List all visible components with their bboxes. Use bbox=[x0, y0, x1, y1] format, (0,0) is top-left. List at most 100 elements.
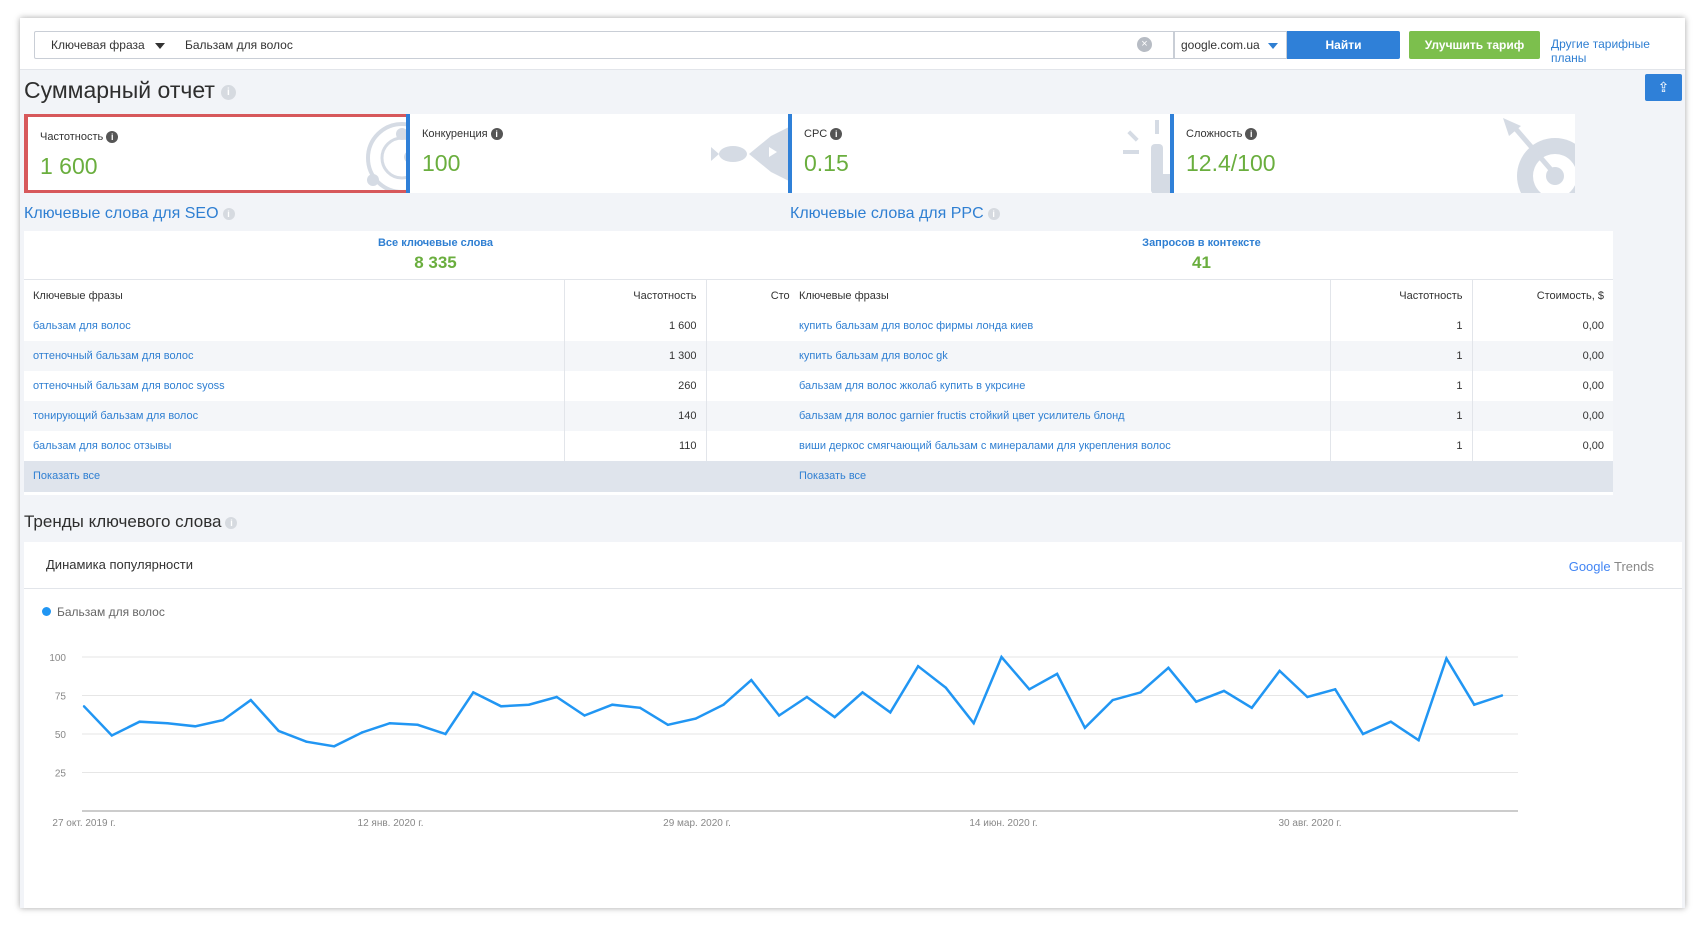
keyword-link[interactable]: бальзам для волос bbox=[24, 311, 565, 341]
data-point bbox=[1389, 720, 1393, 723]
keyword-link[interactable]: бальзам для волос garnier fructis стойки… bbox=[790, 401, 1331, 431]
cost-cell: 0,00 bbox=[1582, 320, 1604, 332]
data-point bbox=[722, 703, 725, 706]
keyword-link[interactable]: оттеночный бальзам для волос bbox=[24, 341, 565, 371]
table-row: бальзам для волос отзывы 110 0,12 bbox=[24, 431, 847, 461]
data-point bbox=[777, 714, 781, 717]
cost-cell: 0,00 bbox=[1472, 341, 1613, 371]
column-header[interactable]: Стоимость, $ bbox=[1472, 280, 1613, 311]
ppc-panel: Запросов в контексте 41 Ключевые фразы Ч… bbox=[790, 231, 1613, 495]
info-icon[interactable]: i bbox=[490, 128, 503, 141]
info-icon[interactable]: i bbox=[1245, 128, 1258, 141]
data-point bbox=[1028, 688, 1031, 691]
seo-title-text: Ключевые слова для SEO bbox=[24, 205, 219, 222]
ppc-show-all-link[interactable]: Показать все bbox=[790, 461, 1613, 492]
metric-label: CPC bbox=[804, 128, 828, 140]
data-point bbox=[1195, 700, 1198, 703]
trends-subtitle: Динамика популярности bbox=[46, 557, 193, 572]
trends-section-title: Тренды ключевого слова i bbox=[24, 512, 238, 532]
clear-icon[interactable]: × bbox=[1137, 37, 1152, 52]
data-point bbox=[694, 717, 697, 720]
find-button[interactable]: Найти bbox=[1287, 31, 1400, 59]
data-point bbox=[110, 734, 114, 737]
info-icon[interactable]: i bbox=[225, 516, 238, 529]
metric-value: 0.15 bbox=[804, 150, 849, 176]
google-trends-brand: Google bbox=[1568, 559, 1611, 574]
keyword-link[interactable]: оттеночный бальзам для волос syoss bbox=[24, 371, 565, 401]
table-row: оттеночный бальзам для волос 1 300 0,08 bbox=[24, 341, 847, 371]
export-button[interactable]: ⇪ bbox=[1645, 74, 1682, 101]
metric-value: 12.4/100 bbox=[1186, 150, 1276, 176]
data-point bbox=[1417, 739, 1420, 742]
keyword-link[interactable]: купить бальзам для волос фирмы лонда кие… bbox=[790, 311, 1331, 341]
search-input[interactable]: Бальзам для волос bbox=[173, 31, 1174, 59]
data-point bbox=[805, 695, 809, 699]
seo-panel: Все ключевые слова 8 335 Ключевые фразы … bbox=[24, 231, 847, 495]
column-header[interactable]: Ключевые фразы bbox=[24, 280, 565, 311]
data-point bbox=[1278, 669, 1281, 673]
legend-dot-icon bbox=[42, 607, 51, 616]
data-point bbox=[611, 703, 614, 706]
seo-keywords-table: Ключевые фразы Частотность Стоимость, $ … bbox=[24, 280, 847, 461]
data-point bbox=[1361, 732, 1365, 736]
data-point bbox=[972, 722, 975, 725]
keyword-link[interactable]: тонирующий бальзам для волос bbox=[24, 401, 565, 431]
info-icon[interactable]: i bbox=[106, 131, 119, 144]
trend-line-chart: 100 75 50 25 27 окт. 2019 г. 12 янв. 2020 г. 2… bbox=[49, 653, 1518, 829]
info-icon[interactable]: i bbox=[220, 85, 236, 100]
frequency-cell: 1 bbox=[1330, 341, 1473, 371]
frequency-cell: 1 bbox=[1330, 311, 1473, 341]
data-point bbox=[166, 722, 169, 725]
x-tick-label: 29 мар. 2020 г. bbox=[663, 818, 731, 829]
trends-chart-panel: Динамика популярности Google Trends Баль… bbox=[24, 542, 1682, 908]
keyword-link[interactable]: купить бальзам для волос gk bbox=[790, 341, 1331, 371]
target-icon bbox=[1503, 118, 1575, 193]
frequency-cell: 1 bbox=[1330, 431, 1473, 461]
seo-summary-label[interactable]: Все ключевые слова bbox=[24, 237, 847, 249]
keyword-type-select[interactable]: Ключевая фраза bbox=[34, 31, 174, 59]
ppc-section-title: Ключевые слова для PPC i bbox=[790, 205, 1000, 223]
seo-section-title: Ключевые слова для SEO i bbox=[24, 205, 235, 223]
data-point bbox=[944, 686, 948, 689]
series-line bbox=[83, 654, 1503, 748]
info-icon[interactable]: i bbox=[830, 128, 843, 141]
seo-show-all-link[interactable]: Показать все bbox=[24, 461, 847, 492]
ppc-summary-label[interactable]: Запросов в контексте bbox=[790, 237, 1613, 249]
keyword-link[interactable]: бальзам для волос отзывы bbox=[24, 431, 565, 461]
page-title-text: Суммарный отчет bbox=[24, 77, 215, 103]
info-icon[interactable]: i bbox=[222, 207, 235, 220]
cost-cell: 0,00 bbox=[1582, 440, 1604, 452]
x-tick-label: 30 авг. 2020 г. bbox=[1279, 818, 1342, 829]
data-point bbox=[1473, 703, 1476, 706]
trends-header: Динамика популярности Google Trends bbox=[24, 542, 1682, 589]
table-row: тонирующий бальзам для волос 140 0,12 bbox=[24, 401, 847, 431]
page-title: Суммарный отчет i bbox=[24, 77, 236, 104]
keyword-link[interactable]: виши деркос смягчающий бальзам с минерал… bbox=[790, 431, 1331, 461]
data-point bbox=[360, 731, 364, 734]
search-bar: Ключевая фраза Бальзам для волос × googl… bbox=[20, 18, 1685, 70]
keyword-link[interactable]: бальзам для волос жколаб купить в укрсин… bbox=[790, 371, 1331, 401]
column-header[interactable]: Частотность bbox=[564, 280, 707, 311]
chart-legend: Бальзам для волос bbox=[42, 605, 165, 619]
data-point bbox=[1445, 657, 1448, 660]
search-engine-select[interactable]: google.com.ua bbox=[1174, 31, 1287, 59]
trends-brand-suffix: Trends bbox=[1614, 559, 1654, 574]
metric-card-difficulty: Сложность i 12.4/100 bbox=[1170, 114, 1575, 193]
metric-label: Сложность bbox=[1186, 128, 1243, 140]
data-point bbox=[333, 745, 336, 748]
column-header[interactable]: Частотность bbox=[1330, 280, 1473, 311]
frequency-cell: 1 600 bbox=[564, 311, 707, 341]
other-plans-link[interactable]: Другие тарифные планы bbox=[1551, 37, 1685, 65]
data-point bbox=[555, 695, 558, 699]
ppc-summary-value: 41 bbox=[1192, 253, 1211, 272]
data-point bbox=[889, 711, 892, 714]
data-point bbox=[638, 706, 642, 709]
info-icon[interactable]: i bbox=[987, 207, 1000, 220]
column-header[interactable]: Ключевые фразы bbox=[790, 280, 1331, 311]
metric-card-frequency: Частотность i 1 600 bbox=[24, 114, 429, 193]
x-tick-label: 14 июн. 2020 г. bbox=[969, 818, 1037, 829]
metric-label: Конкуренция bbox=[422, 128, 488, 140]
upgrade-plan-button[interactable]: Улучшить тариф bbox=[1409, 31, 1540, 59]
table-row: бальзам для волос garnier fructis стойки… bbox=[790, 401, 1613, 431]
legend-series-name: Бальзам для волос bbox=[57, 605, 165, 619]
